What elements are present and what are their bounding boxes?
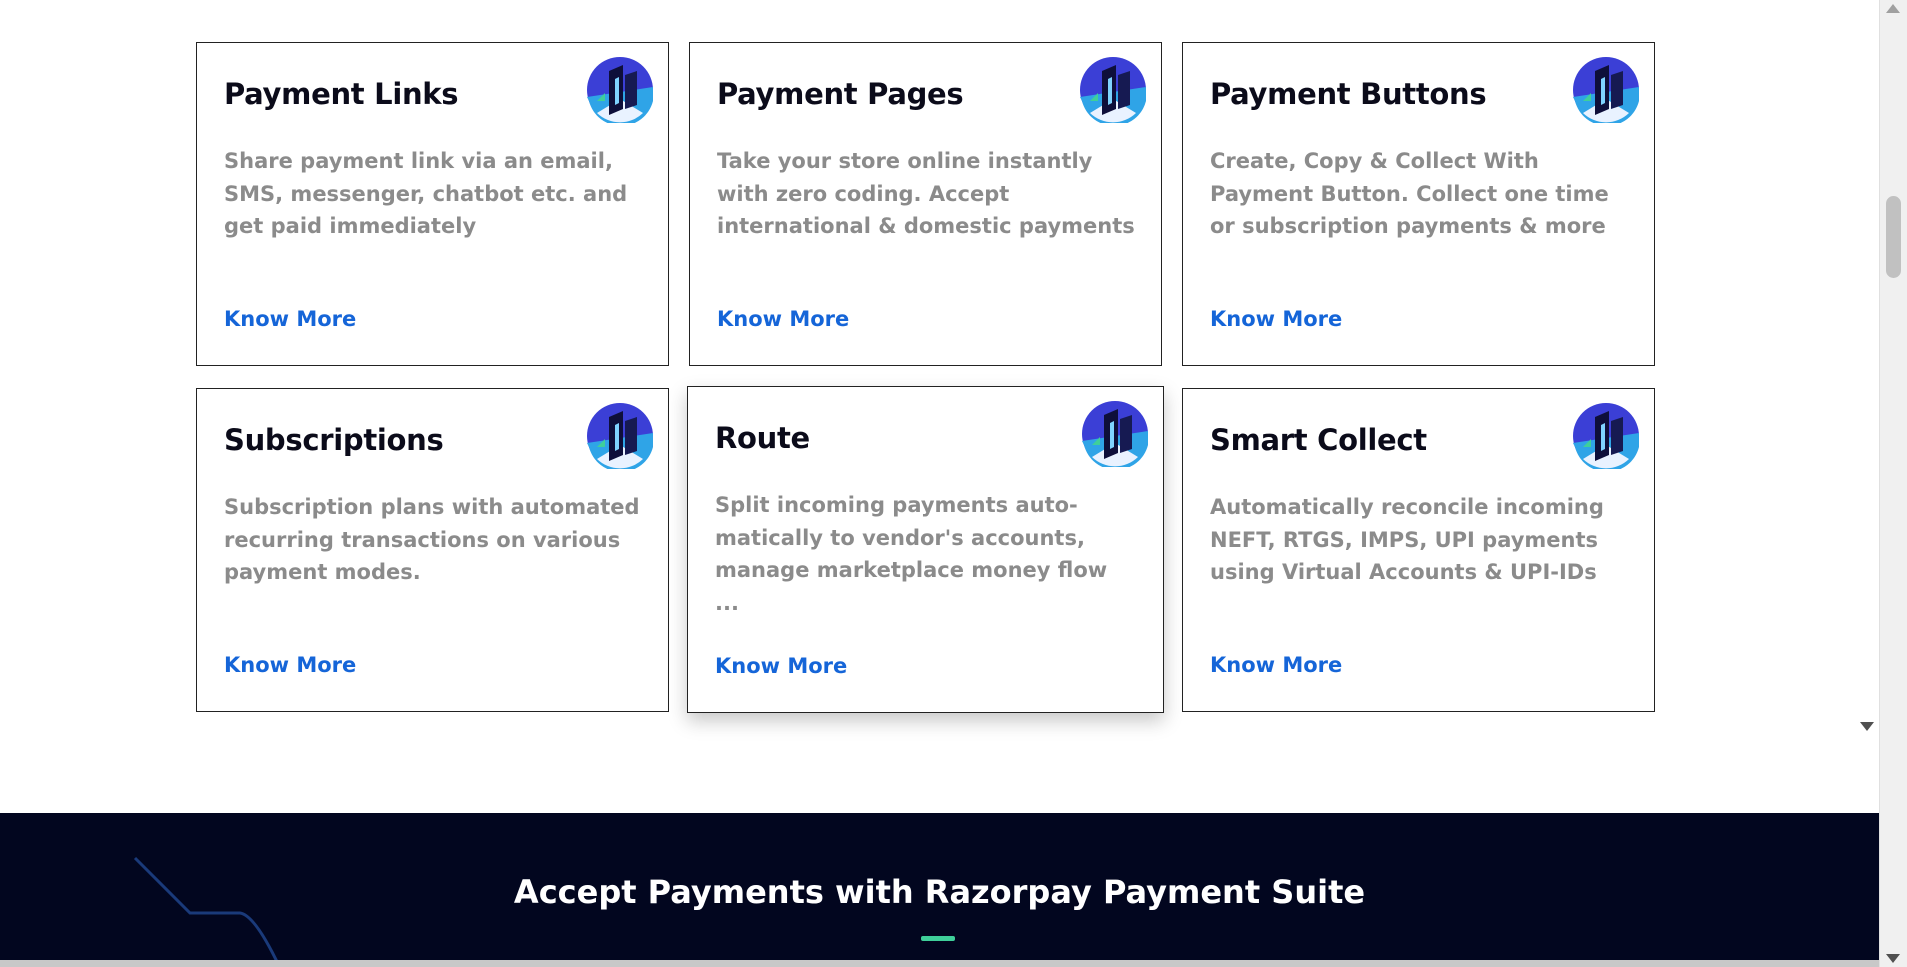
product-logo-icon [1082, 401, 1148, 467]
card-description: Automatically reconcile incoming NEFT, R… [1210, 495, 1604, 584]
scroll-thumb[interactable] [1886, 196, 1901, 278]
banner-underline [921, 936, 955, 941]
card-description: Take your store online instantly with ze… [717, 149, 1135, 238]
card-title: Payment Pages [717, 77, 964, 111]
know-more-link[interactable]: Know More [1210, 653, 1342, 677]
know-more-link[interactable]: Know More [717, 307, 849, 331]
know-more-link[interactable]: Know More [715, 654, 847, 678]
card-payment-buttons[interactable]: Payment Buttons Create, Copy & Collect W… [1182, 42, 1655, 366]
page: Payment Links Share payment link via an … [0, 0, 1879, 967]
vertical-scrollbar[interactable] [1879, 0, 1907, 967]
card-title: Subscriptions [224, 423, 444, 457]
card-description: Subscription plans with automated recurr… [224, 495, 640, 584]
card-title: Smart Collect [1210, 423, 1427, 457]
product-logo-icon [1080, 57, 1146, 123]
page-scroll-down-icon[interactable] [1860, 722, 1874, 731]
window-bottom-edge [0, 960, 1879, 967]
product-grid: Payment Links Share payment link via an … [196, 42, 1655, 713]
product-logo-icon [587, 403, 653, 469]
card-subscriptions[interactable]: Subscriptions Subscription plans with au… [196, 388, 669, 712]
scroll-up-icon[interactable] [1886, 4, 1900, 13]
product-logo-icon [1573, 403, 1639, 469]
product-logo-icon [1573, 57, 1639, 123]
know-more-link[interactable]: Know More [224, 653, 356, 677]
card-payment-links[interactable]: Payment Links Share payment link via an … [196, 42, 669, 366]
card-title: Payment Links [224, 77, 459, 111]
card-title: Route [715, 421, 810, 455]
banner-title: Accept Payments with Razorpay Payment Su… [513, 873, 1366, 911]
card-description: Split incoming payments auto-matically t… [715, 493, 1108, 615]
know-more-link[interactable]: Know More [224, 307, 356, 331]
card-route[interactable]: Route Split incoming payments auto-matic… [687, 386, 1164, 713]
product-logo-icon [587, 57, 653, 123]
card-payment-pages[interactable]: Payment Pages Take your store online ins… [689, 42, 1162, 366]
scroll-down-icon[interactable] [1886, 954, 1900, 963]
card-title: Payment Buttons [1210, 77, 1487, 111]
card-description: Create, Copy & Collect With Payment Butt… [1210, 149, 1609, 238]
payment-suite-banner: Accept Payments with Razorpay Payment Su… [0, 813, 1879, 967]
know-more-link[interactable]: Know More [1210, 307, 1342, 331]
card-smart-collect[interactable]: Smart Collect Automatically reconcile in… [1182, 388, 1655, 712]
card-description: Share payment link via an email, SMS, me… [224, 149, 628, 238]
